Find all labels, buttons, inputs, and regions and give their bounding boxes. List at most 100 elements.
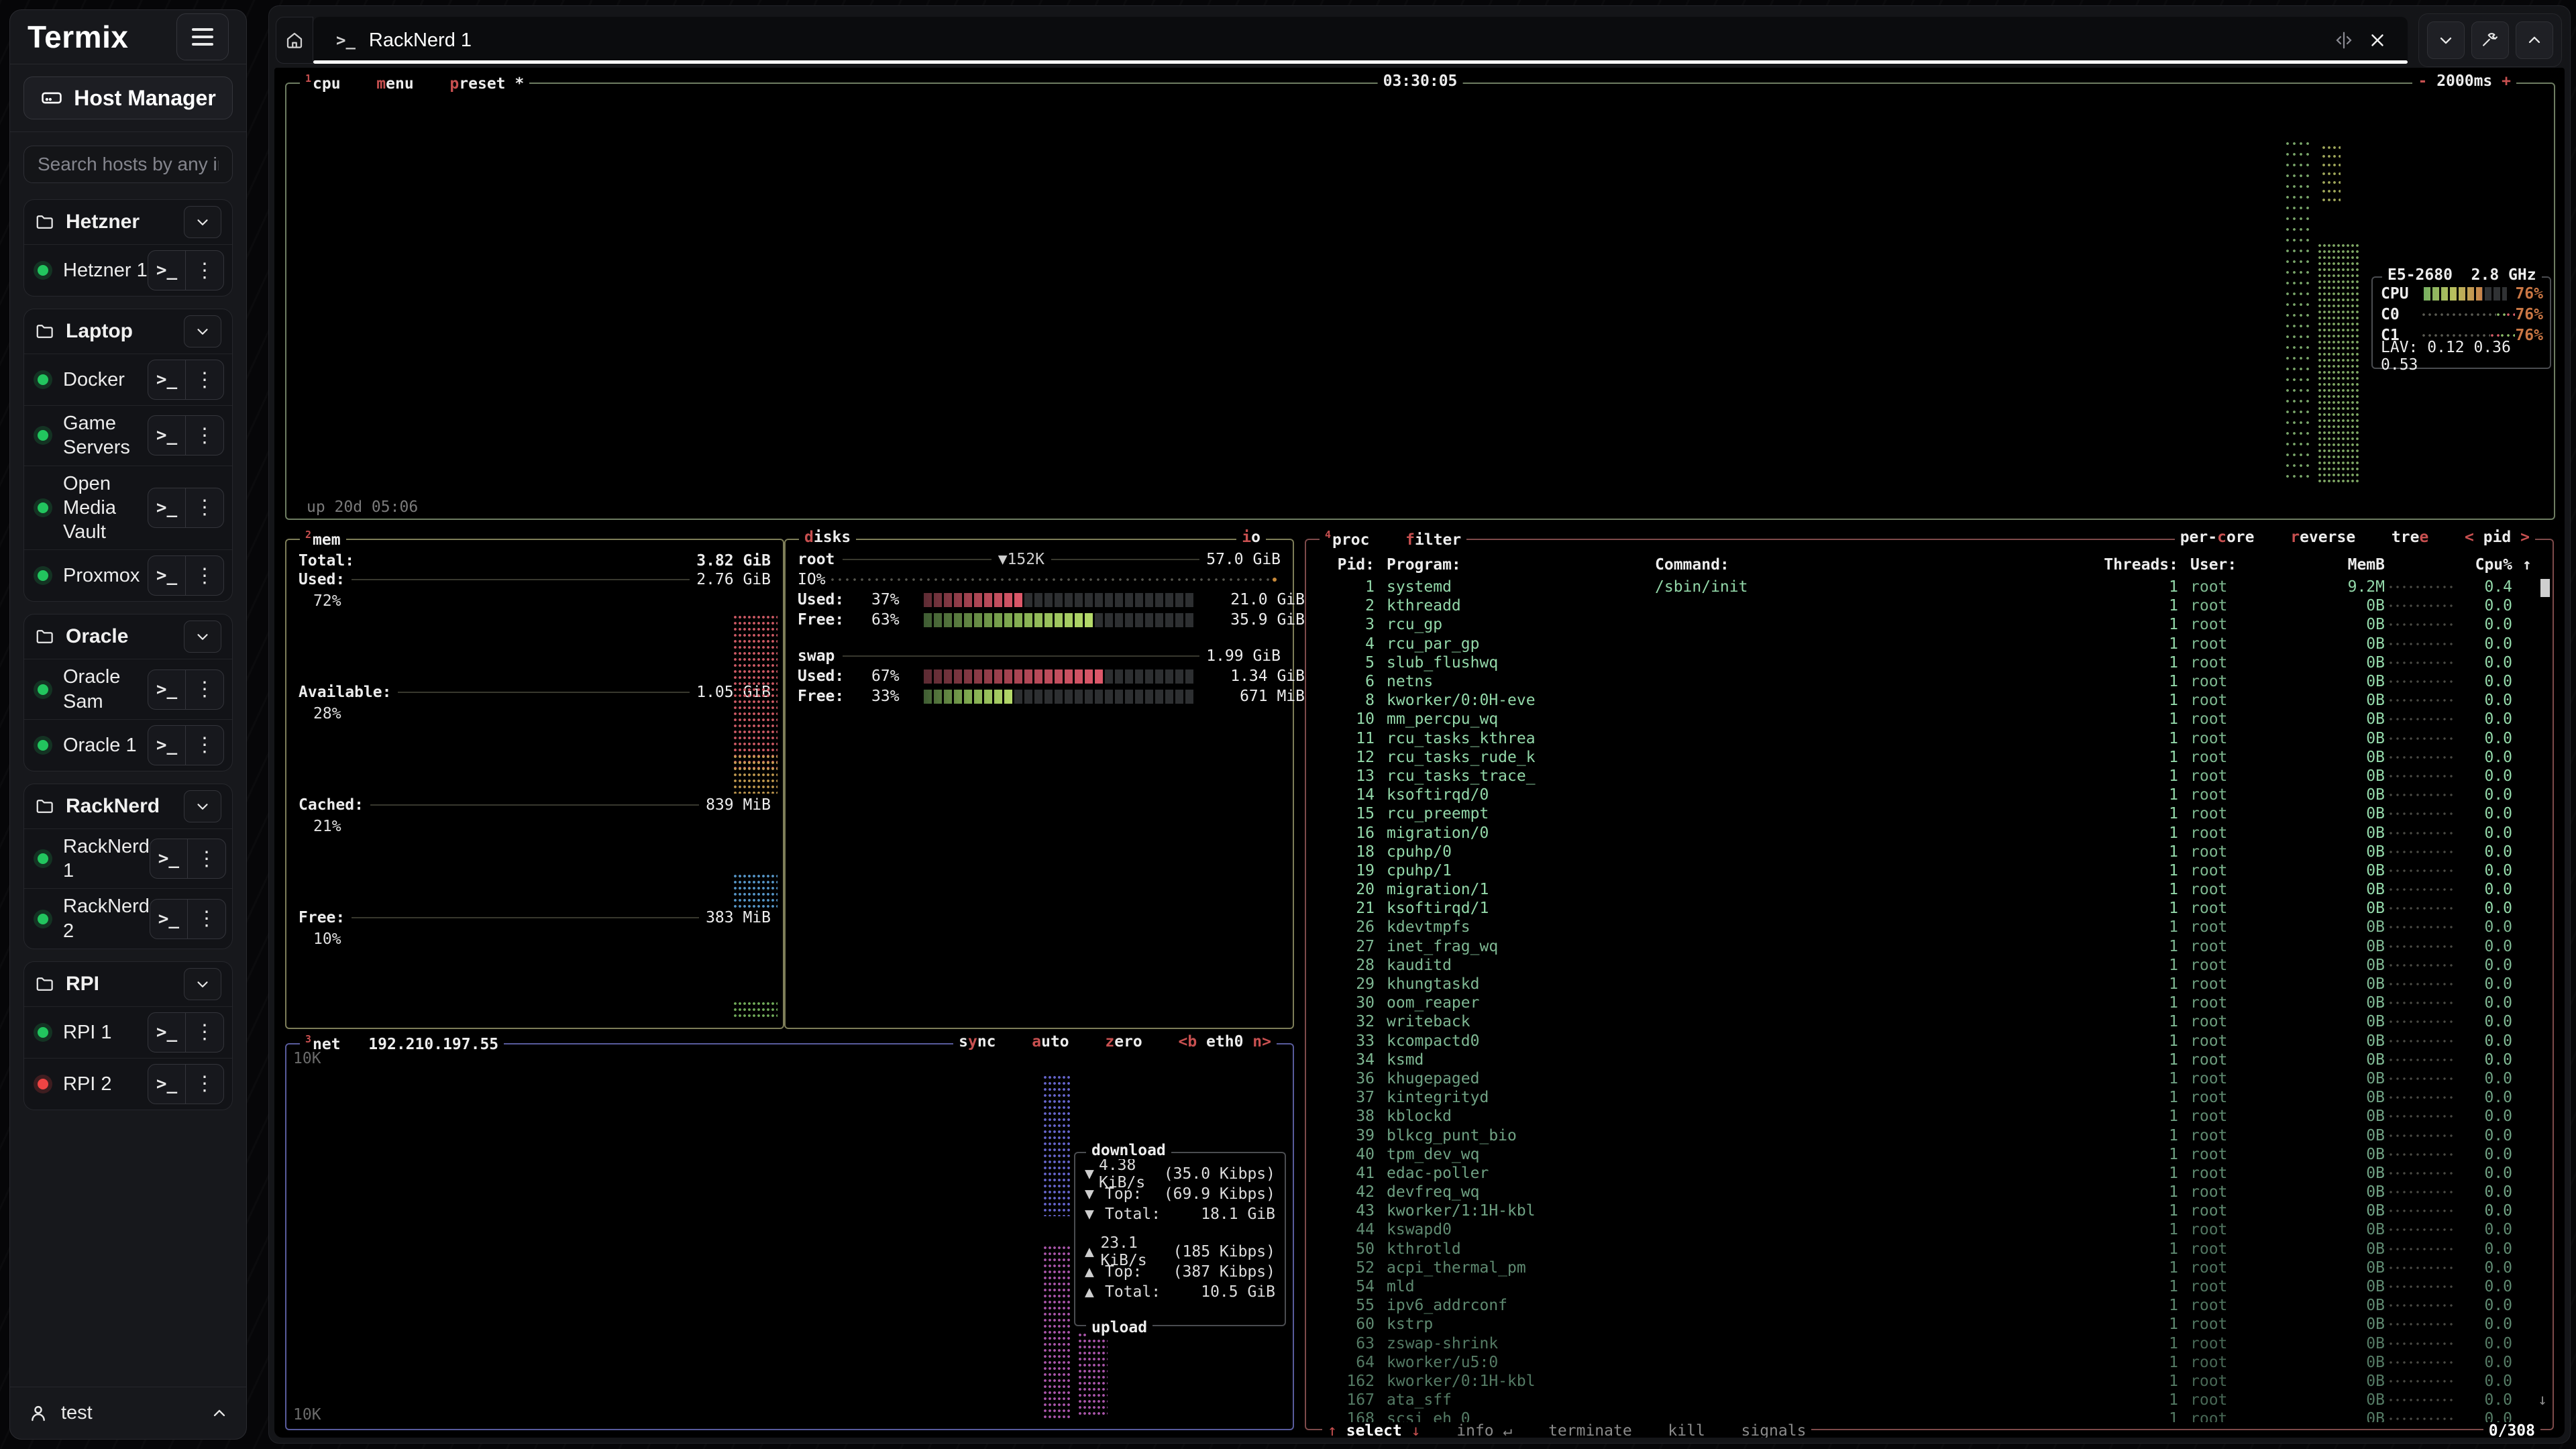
- host-row[interactable]: RPI 1 >_ ⋮: [24, 1006, 232, 1058]
- pid-sort-control[interactable]: < pid >: [2465, 529, 2530, 546]
- open-terminal-button[interactable]: >_: [150, 900, 188, 938]
- host-row[interactable]: Oracle Sam >_ ⋮: [24, 659, 232, 719]
- proc-terminate-control[interactable]: terminate: [1548, 1422, 1632, 1438]
- process-row[interactable]: 40 tpm_dev_wq 1 root 0B 0.0: [1306, 1145, 2553, 1164]
- host-row[interactable]: Oracle 1 >_ ⋮: [24, 719, 232, 771]
- process-row[interactable]: 162 kworker/0:1H-kbl 1 root 0B 0.0: [1306, 1372, 2553, 1391]
- per-core-control[interactable]: per-core: [2180, 529, 2255, 546]
- process-row[interactable]: 15 rcu_preempt 1 root 0B 0.0: [1306, 804, 2553, 823]
- process-row[interactable]: 60 kstrp 1 root 0B 0.0: [1306, 1315, 2553, 1334]
- host-manager-button[interactable]: Host Manager: [23, 76, 233, 119]
- net-zero-control[interactable]: zero: [1105, 1033, 1142, 1051]
- process-row[interactable]: 13 rcu_tasks_trace_ 1 root 0B 0.0: [1306, 767, 2553, 786]
- sort-direction-arrow[interactable]: ↑: [2512, 556, 2542, 574]
- process-row[interactable]: 27 inet_frag_wq 1 root 0B 0.0: [1306, 937, 2553, 956]
- proc-info-control[interactable]: info ↵: [1456, 1422, 1512, 1438]
- net-auto-control[interactable]: auto: [1032, 1033, 1069, 1051]
- process-row[interactable]: 30 oom_reaper 1 root 0B 0.0: [1306, 994, 2553, 1012]
- open-terminal-button[interactable]: >_: [148, 1065, 186, 1104]
- process-row[interactable]: 167 ata_sff 1 root 0B 0.0: [1306, 1391, 2553, 1409]
- process-row[interactable]: 4 rcu_par_gp 1 root 0B 0.0: [1306, 635, 2553, 653]
- process-row[interactable]: 1 systemd /sbin/init 1 root 9.2M 0.4: [1306, 578, 2553, 596]
- group-collapse-button[interactable]: [184, 206, 221, 238]
- host-options-button[interactable]: ⋮: [188, 839, 225, 878]
- tab-racknerd-1[interactable]: >_ RackNerd 1: [313, 17, 2408, 64]
- host-options-button[interactable]: ⋮: [186, 1013, 223, 1052]
- process-row[interactable]: 18 cpuhp/0 1 root 0B 0.0: [1306, 843, 2553, 861]
- host-options-button[interactable]: ⋮: [188, 900, 225, 938]
- host-row[interactable]: RPI 2 >_ ⋮: [24, 1058, 232, 1110]
- proc-kill-control[interactable]: kill: [1668, 1422, 1705, 1438]
- process-row[interactable]: 55 ipv6_addrconf 1 root 0B 0.0: [1306, 1296, 2553, 1315]
- process-row[interactable]: 36 khugepaged 1 root 0B 0.0: [1306, 1069, 2553, 1088]
- open-terminal-button[interactable]: >_: [148, 488, 186, 527]
- process-row[interactable]: 28 kauditd 1 root 0B 0.0: [1306, 956, 2553, 975]
- host-group-header[interactable]: Laptop: [24, 309, 232, 354]
- process-row[interactable]: 38 kblockd 1 root 0B 0.0: [1306, 1107, 2553, 1126]
- process-row[interactable]: 39 blkcg_punt_bio 1 root 0B 0.0: [1306, 1126, 2553, 1144]
- process-row[interactable]: 12 rcu_tasks_rude_k 1 root 0B 0.0: [1306, 748, 2553, 767]
- process-row[interactable]: 54 mld 1 root 0B 0.0: [1306, 1277, 2553, 1296]
- open-terminal-button[interactable]: >_: [148, 726, 186, 765]
- process-row[interactable]: 3 rcu_gp 1 root 0B 0.0: [1306, 615, 2553, 634]
- process-row[interactable]: 5 slub_flushwq 1 root 0B 0.0: [1306, 653, 2553, 672]
- host-options-button[interactable]: ⋮: [186, 670, 223, 709]
- process-row[interactable]: 29 khungtaskd 1 root 0B 0.0: [1306, 975, 2553, 994]
- host-group-header[interactable]: RPI: [24, 962, 232, 1006]
- sidebar-footer[interactable]: test: [10, 1387, 246, 1439]
- host-options-button[interactable]: ⋮: [186, 726, 223, 765]
- host-row[interactable]: Game Servers >_ ⋮: [24, 405, 232, 466]
- host-options-button[interactable]: ⋮: [186, 556, 223, 595]
- search-input[interactable]: [23, 146, 233, 183]
- host-options-button[interactable]: ⋮: [186, 360, 223, 399]
- process-row[interactable]: 14 ksoftirqd/0 1 root 0B 0.0: [1306, 786, 2553, 804]
- host-row[interactable]: Hetzner 1 >_ ⋮: [24, 244, 232, 296]
- proc-signals-control[interactable]: signals: [1741, 1422, 1807, 1438]
- host-row[interactable]: Docker >_ ⋮: [24, 354, 232, 405]
- tools-button[interactable]: [2471, 21, 2509, 59]
- process-row[interactable]: 63 zswap-shrink 1 root 0B 0.0: [1306, 1334, 2553, 1353]
- host-options-button[interactable]: ⋮: [186, 416, 223, 455]
- scroll-up-button[interactable]: [2516, 21, 2553, 59]
- host-options-button[interactable]: ⋮: [186, 251, 223, 290]
- host-group-header[interactable]: Oracle: [24, 614, 232, 659]
- proc-scrollbar-thumb[interactable]: [2540, 579, 2550, 597]
- process-row[interactable]: 168 scsi_eh_0 1 root 0B 0.0: [1306, 1409, 2553, 1422]
- process-row[interactable]: 44 kswapd0 1 root 0B 0.0: [1306, 1220, 2553, 1239]
- host-group-header[interactable]: RackNerd: [24, 784, 232, 828]
- preset-control[interactable]: preset *: [449, 75, 524, 93]
- process-row[interactable]: 64 kworker/u5:0 1 root 0B 0.0: [1306, 1353, 2553, 1372]
- process-row[interactable]: 37 kintegrityd 1 root 0B 0.0: [1306, 1088, 2553, 1107]
- process-row[interactable]: 10 mm_percpu_wq 1 root 0B 0.0: [1306, 710, 2553, 729]
- process-row[interactable]: 20 migration/1 1 root 0B 0.0: [1306, 880, 2553, 899]
- tree-control[interactable]: tree: [2392, 529, 2428, 546]
- process-row[interactable]: 19 cpuhp/1 1 root 0B 0.0: [1306, 861, 2553, 880]
- open-terminal-button[interactable]: >_: [148, 556, 186, 595]
- group-collapse-button[interactable]: [184, 621, 221, 653]
- process-row[interactable]: 11 rcu_tasks_kthrea 1 root 0B 0.0: [1306, 729, 2553, 748]
- process-row[interactable]: 6 netns 1 root 0B 0.0: [1306, 672, 2553, 691]
- process-row[interactable]: 16 migration/0 1 root 0B 0.0: [1306, 823, 2553, 842]
- host-row[interactable]: RackNerd 1 >_ ⋮: [24, 828, 232, 889]
- disks-io-toggle[interactable]: io: [1236, 529, 1266, 546]
- process-row[interactable]: 21 ksoftirqd/1 1 root 0B 0.0: [1306, 899, 2553, 918]
- terminal-view[interactable]: 1cpu menu preset * 03:30:05 - 2000ms + E…: [274, 68, 2565, 1438]
- proc-filter-control[interactable]: filter: [1405, 531, 1461, 549]
- menu-control[interactable]: menu: [376, 75, 413, 93]
- process-row[interactable]: 8 kworker/0:0H-eve 1 root 0B 0.0: [1306, 691, 2553, 710]
- host-row[interactable]: Proxmox >_ ⋮: [24, 549, 232, 601]
- group-collapse-button[interactable]: [184, 315, 221, 347]
- split-view-icon[interactable]: [2334, 30, 2354, 50]
- net-sync-control[interactable]: sync: [959, 1033, 996, 1051]
- process-row[interactable]: 41 edac-poller 1 root 0B 0.0: [1306, 1164, 2553, 1183]
- open-terminal-button[interactable]: >_: [148, 360, 186, 399]
- process-row[interactable]: 33 kcompactd0 1 root 0B 0.0: [1306, 1032, 2553, 1051]
- reverse-control[interactable]: reverse: [2290, 529, 2355, 546]
- close-tab-icon[interactable]: [2367, 30, 2387, 50]
- group-collapse-button[interactable]: [184, 968, 221, 1000]
- process-row[interactable]: 26 kdevtmpfs 1 root 0B 0.0: [1306, 918, 2553, 936]
- host-options-button[interactable]: ⋮: [186, 488, 223, 527]
- process-row[interactable]: 43 kworker/1:1H-kbl 1 root 0B 0.0: [1306, 1201, 2553, 1220]
- open-terminal-button[interactable]: >_: [148, 670, 186, 709]
- open-terminal-button[interactable]: >_: [148, 1013, 186, 1052]
